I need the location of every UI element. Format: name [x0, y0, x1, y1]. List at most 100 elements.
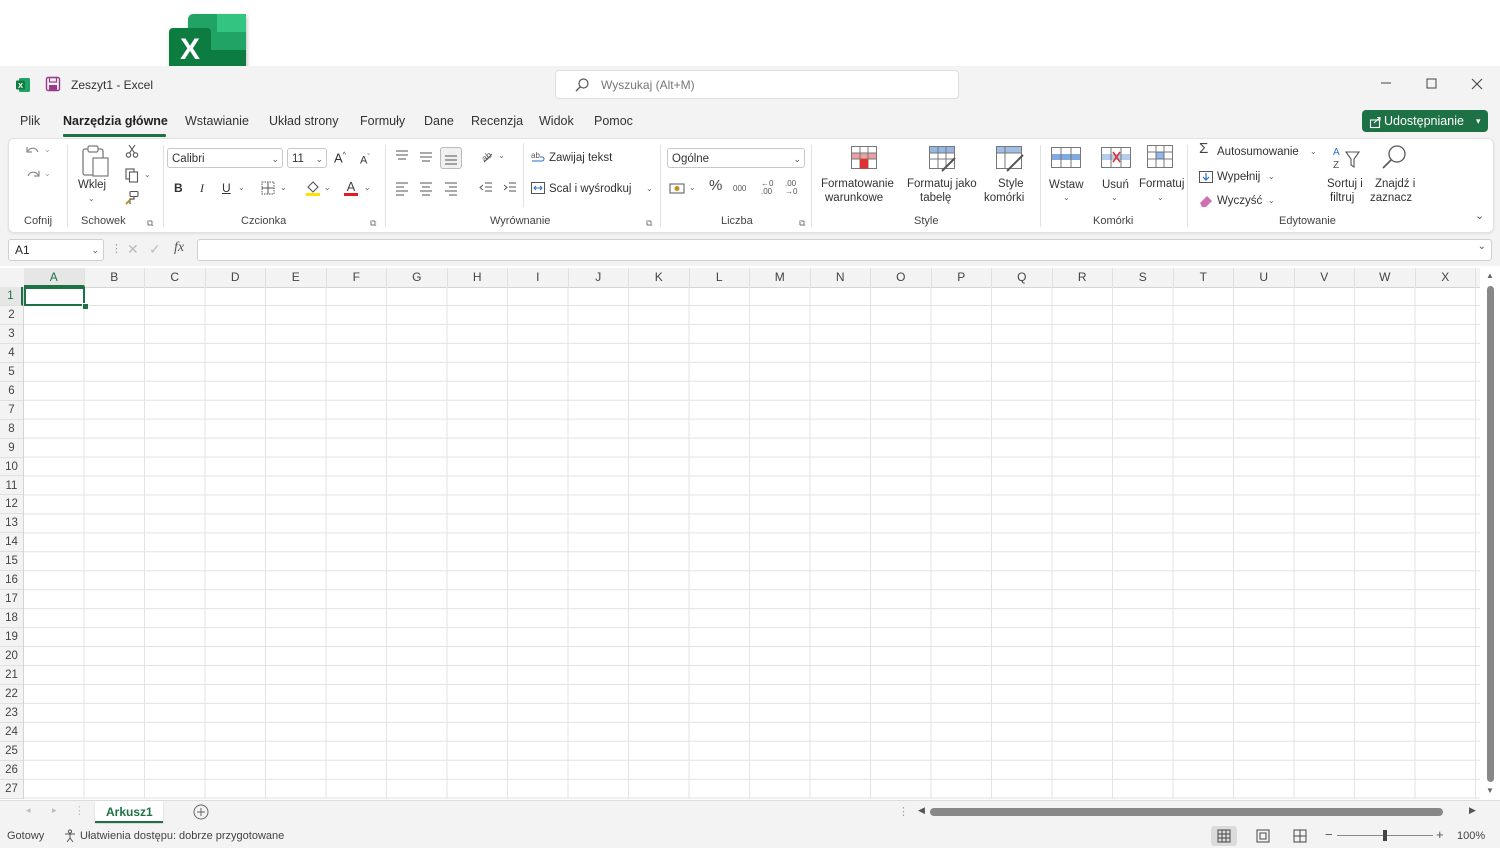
- column-header-a[interactable]: A: [24, 268, 85, 287]
- chevron-down-icon[interactable]: ⌄: [144, 168, 151, 182]
- row-header-22[interactable]: 22: [0, 685, 23, 704]
- vertical-scroll-thumb[interactable]: [1487, 286, 1494, 782]
- tab-page-layout[interactable]: Układ strony: [269, 114, 338, 128]
- row-header-5[interactable]: 5: [0, 363, 23, 382]
- chevron-down-icon[interactable]: ⌄: [364, 181, 371, 195]
- column-header-t[interactable]: T: [1174, 268, 1234, 287]
- row-header-8[interactable]: 8: [0, 420, 23, 439]
- tab-data[interactable]: Dane: [424, 114, 454, 128]
- column-header-g[interactable]: G: [387, 268, 448, 287]
- sort-filter-label-1[interactable]: Sortuj i: [1327, 177, 1363, 191]
- row-header-13[interactable]: 13: [0, 514, 23, 534]
- zoom-slider-thumb[interactable]: [1383, 830, 1387, 841]
- scroll-up-icon[interactable]: ▲: [1486, 271, 1494, 280]
- format-as-table-label-2[interactable]: tabelę: [920, 191, 951, 205]
- chevron-down-icon[interactable]: ⌄: [44, 143, 51, 157]
- align-bottom-icon[interactable]: [440, 147, 462, 169]
- page-break-view-button[interactable]: [1289, 826, 1311, 846]
- name-box[interactable]: A1 ⌄: [8, 239, 104, 261]
- find-select-label-2[interactable]: zaznacz: [1370, 191, 1412, 205]
- row-header-7[interactable]: 7: [0, 401, 23, 420]
- align-top-icon[interactable]: [394, 148, 410, 167]
- scroll-left-icon[interactable]: ◀: [918, 805, 925, 816]
- chevron-down-icon[interactable]: ⌄: [1157, 191, 1164, 205]
- column-header-b[interactable]: B: [85, 268, 145, 287]
- column-header-u[interactable]: U: [1234, 268, 1295, 287]
- column-header-n[interactable]: N: [811, 268, 871, 287]
- cancel-entry-icon[interactable]: ✕: [127, 241, 139, 258]
- currency-icon[interactable]: [669, 180, 687, 199]
- column-header-s[interactable]: S: [1113, 268, 1174, 287]
- row-header-1[interactable]: 1: [0, 287, 23, 306]
- find-select-label-1[interactable]: Znajdź i: [1375, 177, 1415, 191]
- increase-decimal-icon[interactable]: ←0.00: [761, 180, 773, 196]
- number-format-select[interactable]: Ogólne ⌄: [667, 148, 805, 168]
- paste-icon[interactable]: [79, 144, 111, 181]
- borders-icon[interactable]: [260, 180, 276, 199]
- scroll-right-icon[interactable]: ▶: [1469, 805, 1476, 816]
- format-painter-icon[interactable]: [124, 190, 140, 209]
- format-as-table-icon[interactable]: [928, 145, 958, 176]
- row-header-27[interactable]: 27: [0, 780, 23, 799]
- tab-file[interactable]: Plik: [20, 114, 40, 128]
- font-color-icon[interactable]: A: [342, 179, 360, 200]
- tab-formulas[interactable]: Formuły: [360, 114, 405, 128]
- redo-icon[interactable]: [23, 167, 43, 186]
- tab-view[interactable]: Widok: [539, 114, 574, 128]
- insert-cells-icon[interactable]: [1050, 146, 1082, 173]
- tab-review[interactable]: Recenzja: [471, 114, 523, 128]
- chevron-down-icon[interactable]: ⌄: [646, 182, 653, 196]
- row-header-3[interactable]: 3: [0, 325, 23, 344]
- row-header-6[interactable]: 6: [0, 382, 23, 401]
- row-header-11[interactable]: 11: [0, 477, 23, 496]
- row-header-21[interactable]: 21: [0, 666, 23, 685]
- chevron-down-icon[interactable]: ⌄: [280, 181, 287, 195]
- column-header-h[interactable]: H: [448, 268, 508, 287]
- decrease-decimal-icon[interactable]: .00 →0: [785, 180, 797, 196]
- save-icon[interactable]: [45, 76, 61, 95]
- decrease-indent-icon[interactable]: [478, 180, 494, 199]
- column-header-e[interactable]: E: [266, 268, 327, 287]
- merge-center-button[interactable]: Scal i wyśrodkuj: [549, 182, 631, 196]
- tab-home[interactable]: Narzędzia główne: [63, 114, 168, 128]
- tab-insert[interactable]: Wstawianie: [185, 114, 249, 128]
- column-header-j[interactable]: J: [569, 268, 629, 287]
- dialog-launcher-icon[interactable]: ⧉: [147, 216, 153, 230]
- chevron-down-icon[interactable]: ⌄: [1063, 191, 1070, 205]
- search-box[interactable]: Wyszukaj (Alt+M): [555, 70, 959, 99]
- tab-help[interactable]: Pomoc: [594, 114, 633, 128]
- row-header-4[interactable]: 4: [0, 344, 23, 363]
- column-header-d[interactable]: D: [206, 268, 266, 287]
- clear-button[interactable]: Wyczyść: [1217, 194, 1262, 208]
- chevron-down-icon[interactable]: ⌄: [91, 240, 99, 261]
- column-header-m[interactable]: M: [750, 268, 811, 287]
- increase-indent-icon[interactable]: [502, 180, 518, 199]
- accessibility-status[interactable]: Ułatwienia dostępu: dobrze przygotowane: [80, 830, 284, 842]
- dialog-launcher-icon[interactable]: ⧉: [646, 216, 652, 230]
- thousands-separator-icon[interactable]: 000: [733, 182, 746, 196]
- column-header-x[interactable]: X: [1416, 268, 1476, 287]
- row-header-23[interactable]: 23: [0, 704, 23, 723]
- chevron-down-icon[interactable]: ⌄: [1268, 170, 1275, 184]
- fill-button[interactable]: Wypełnij: [1217, 170, 1260, 184]
- row-header-20[interactable]: 20: [0, 647, 23, 666]
- column-header-k[interactable]: K: [629, 268, 690, 287]
- scroll-down-icon[interactable]: ▼: [1486, 786, 1494, 795]
- row-header-10[interactable]: 10: [0, 458, 23, 477]
- chevron-down-icon[interactable]: ⌄: [498, 149, 505, 163]
- insert-function-icon[interactable]: fx: [174, 240, 184, 256]
- align-center-icon[interactable]: [418, 180, 434, 199]
- sort-filter-label-2[interactable]: filtruj: [1330, 191, 1354, 205]
- percent-icon[interactable]: %: [709, 178, 722, 193]
- eraser-icon[interactable]: [1198, 193, 1214, 212]
- previous-sheet-icon[interactable]: ◂: [26, 805, 31, 816]
- dialog-launcher-icon[interactable]: ⧉: [370, 216, 376, 230]
- zoom-in-button[interactable]: +: [1436, 827, 1444, 842]
- column-header-q[interactable]: Q: [992, 268, 1053, 287]
- row-header-25[interactable]: 25: [0, 742, 23, 761]
- format-as-table-label-1[interactable]: Formatuj jako: [907, 177, 977, 191]
- row-header-12[interactable]: 12: [0, 495, 23, 515]
- conditional-formatting-icon[interactable]: [850, 145, 878, 174]
- column-header-v[interactable]: V: [1295, 268, 1355, 287]
- row-header-14[interactable]: 14: [0, 533, 23, 553]
